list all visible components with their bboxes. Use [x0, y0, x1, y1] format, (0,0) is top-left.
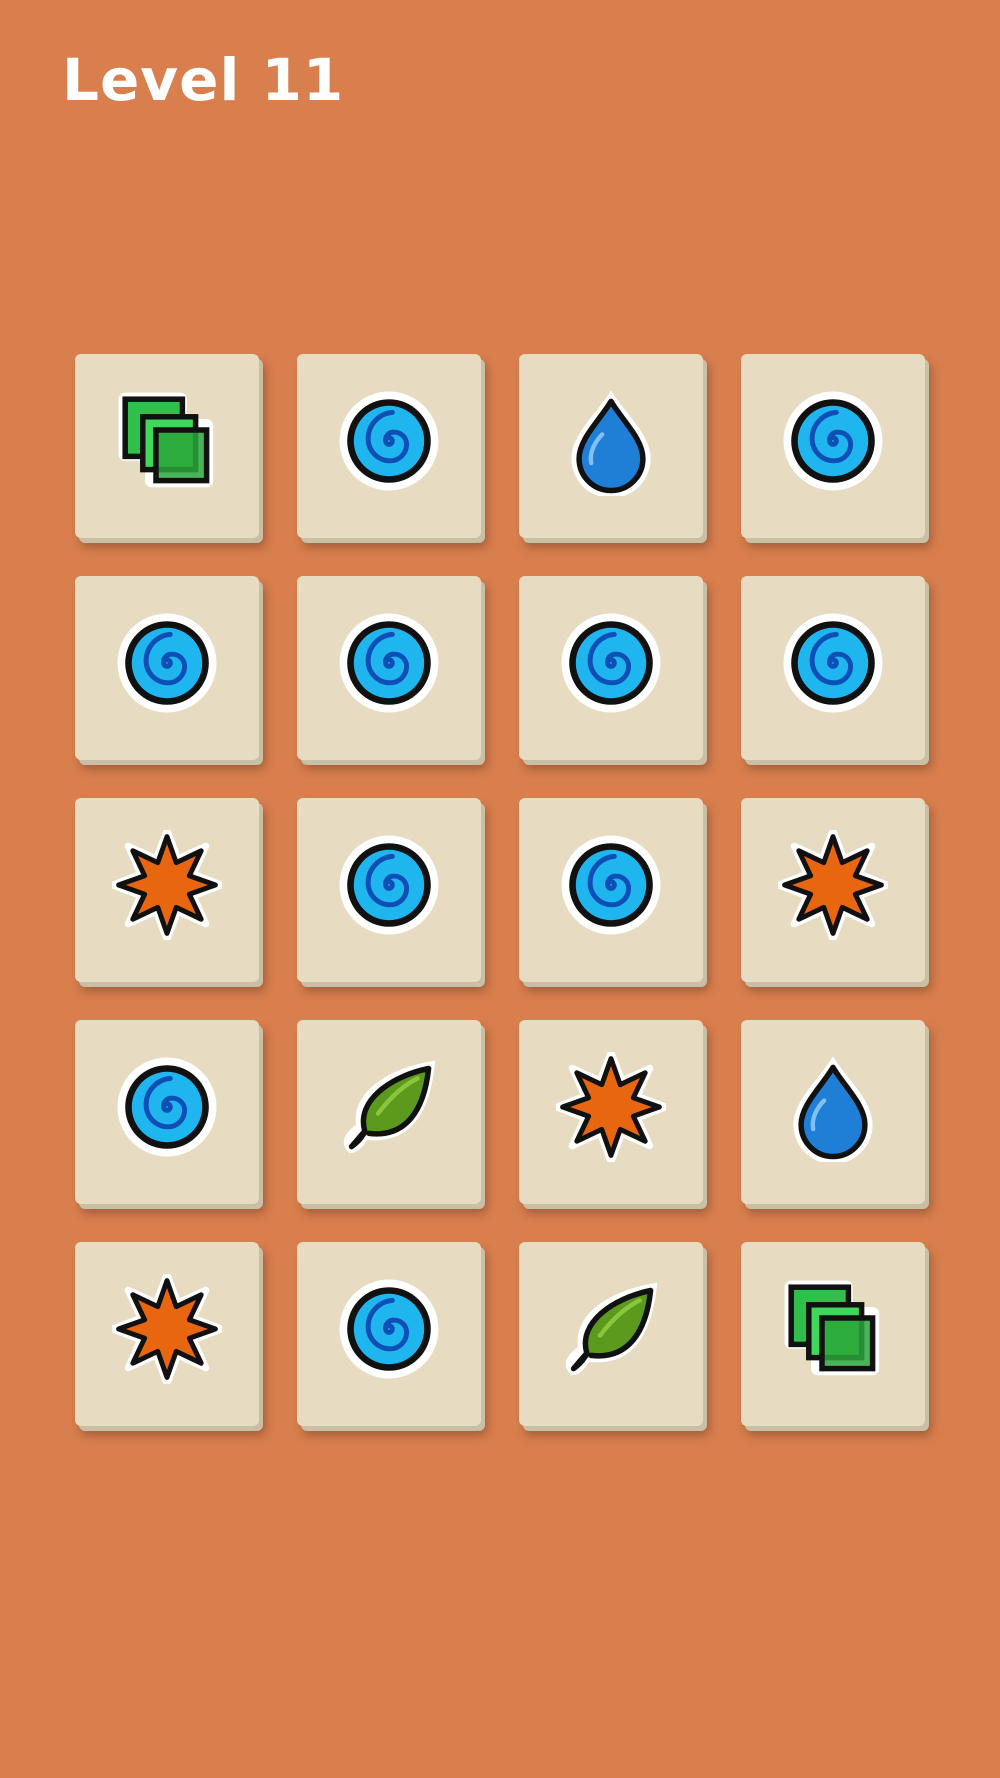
tile[interactable]	[741, 354, 925, 538]
tile[interactable]	[519, 1020, 703, 1204]
tile[interactable]	[741, 798, 925, 982]
tile[interactable]	[297, 354, 481, 538]
squares-icon	[118, 392, 214, 488]
squares-icon	[784, 1280, 880, 1376]
drop-icon	[793, 1056, 873, 1162]
spiral-icon	[783, 391, 883, 491]
tile[interactable]	[519, 576, 703, 760]
burst-icon	[112, 1274, 222, 1384]
tile[interactable]	[741, 1242, 925, 1426]
tile[interactable]	[297, 798, 481, 982]
tile[interactable]	[75, 798, 259, 982]
burst-icon	[112, 830, 222, 940]
spiral-icon	[561, 835, 661, 935]
tile[interactable]	[75, 1242, 259, 1426]
tile[interactable]	[741, 1020, 925, 1204]
tile[interactable]	[297, 576, 481, 760]
spiral-icon	[339, 1279, 439, 1379]
level-title: Level 11	[62, 46, 345, 114]
burst-icon	[778, 830, 888, 940]
tile[interactable]	[297, 1020, 481, 1204]
spiral-icon	[561, 613, 661, 713]
tile[interactable]	[75, 354, 259, 538]
tile[interactable]	[519, 798, 703, 982]
drop-icon	[571, 390, 651, 496]
spiral-icon	[117, 1057, 217, 1157]
leaf-icon	[343, 1060, 436, 1154]
spiral-icon	[339, 835, 439, 935]
tile[interactable]	[297, 1242, 481, 1426]
tile[interactable]	[75, 1020, 259, 1204]
tile[interactable]	[519, 1242, 703, 1426]
spiral-icon	[339, 391, 439, 491]
spiral-icon	[339, 613, 439, 713]
spiral-icon	[783, 613, 883, 713]
burst-icon	[556, 1052, 666, 1162]
leaf-icon	[565, 1282, 658, 1376]
tile[interactable]	[519, 354, 703, 538]
spiral-icon	[117, 613, 217, 713]
tile[interactable]	[741, 576, 925, 760]
tile[interactable]	[75, 576, 259, 760]
